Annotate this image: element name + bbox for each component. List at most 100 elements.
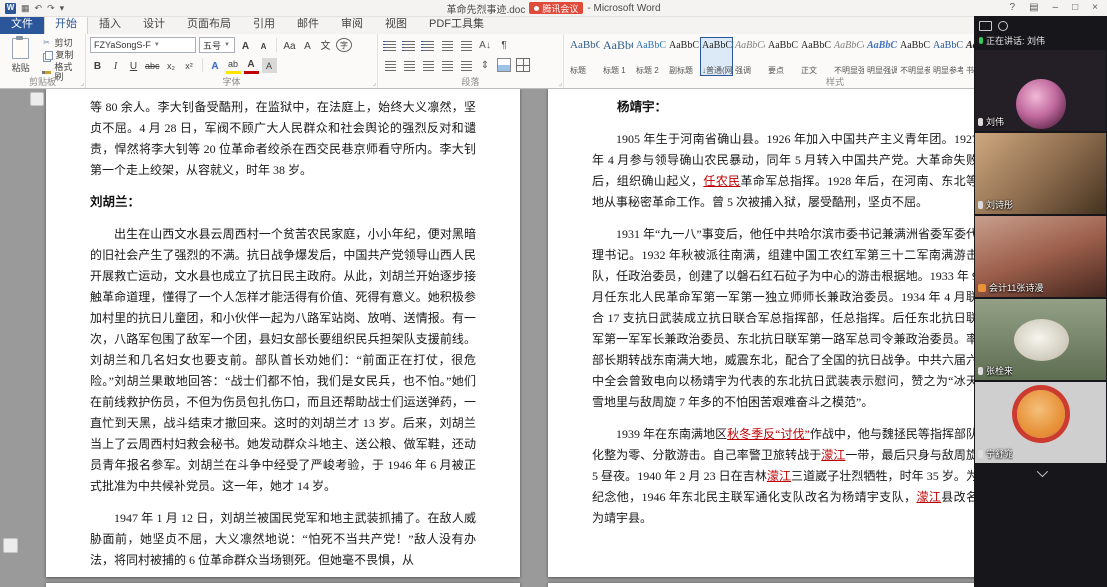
document-page-2[interactable]: 杨靖宇： 1905 年生于河南省确山县。1926 年加入中国共产主义青年团。19…	[548, 88, 1022, 577]
style-preview: AaBbC	[669, 40, 699, 51]
participant-video[interactable]: 宁舒窕	[975, 382, 1106, 463]
grow-font-button[interactable]: A	[238, 38, 253, 53]
style-preview: AaBbCcD	[702, 40, 732, 51]
enclose-characters-button[interactable]: 字	[336, 38, 352, 52]
style-gallery-item[interactable]: AaBbCcDd 强调	[733, 37, 766, 76]
meeting-header-icons	[979, 20, 1102, 31]
separator	[201, 58, 203, 72]
save-icon[interactable]: ▦	[21, 2, 30, 14]
font-name-select[interactable]: FZYaSongS-F ▼	[90, 37, 196, 53]
sort-button[interactable]: A↓	[477, 38, 493, 53]
style-gallery-item[interactable]: AaBbCcD 明显强调	[865, 37, 898, 76]
style-preview: AaBbC	[570, 39, 601, 51]
screen-share-icon[interactable]	[979, 20, 992, 31]
participant-video[interactable]: 会计11张诗漫	[975, 216, 1106, 297]
style-gallery-item[interactable]: AaBbC 标题 1	[601, 37, 634, 76]
collapse-panel-button[interactable]	[974, 465, 1107, 481]
participant-video[interactable]: 刘诗彤	[975, 133, 1106, 214]
show-marks-button[interactable]: ¶	[496, 38, 512, 53]
customize-qat-icon[interactable]: ▾	[60, 2, 65, 14]
paragraph[interactable]: 1939 年在东南满地区秋冬季反“讨伐”作战中，他与魏拯民等指挥部队化整为零、分…	[592, 424, 978, 529]
phonetic-guide-button[interactable]: 文	[318, 38, 333, 53]
meeting-share-badge[interactable]: 腾讯会议	[529, 2, 584, 14]
subscript-button[interactable]: x₂	[164, 58, 179, 73]
clear-formatting-button[interactable]: A	[300, 38, 315, 53]
style-gallery-item[interactable]: AaBbC 标题 2	[634, 37, 667, 76]
style-gallery-item[interactable]: AaBbC 副标题	[667, 37, 700, 76]
style-label: 不明显强调	[834, 66, 864, 75]
font-dialog-launcher[interactable]: ⌟	[373, 80, 376, 87]
font-group-label: 字体	[222, 77, 241, 87]
cut-label: 剪切	[54, 38, 73, 48]
style-preview: AaBbCcD	[900, 40, 930, 51]
align-center-button[interactable]	[401, 58, 417, 73]
style-gallery-item[interactable]: AaBbCcC 明显参考	[931, 37, 964, 76]
character-shading-button[interactable]: A	[261, 57, 277, 73]
close-icon[interactable]: ×	[1085, 0, 1105, 16]
help-icon[interactable]: ?	[1003, 0, 1023, 16]
floating-widget-icon[interactable]	[3, 538, 18, 553]
text-effects-button[interactable]: A	[208, 58, 223, 73]
participant-name: 宁舒窕	[986, 449, 1014, 459]
style-gallery-item[interactable]: AaBbCcDd 正文	[799, 37, 832, 76]
paragraph-dialog-launcher[interactable]: ⌟	[559, 80, 562, 87]
borders-button[interactable]	[515, 58, 531, 73]
floating-widget-icon[interactable]	[30, 92, 44, 106]
maximize-icon[interactable]: □	[1065, 0, 1085, 16]
underline-button[interactable]: U	[126, 58, 141, 73]
scissors-icon: ✂	[43, 38, 50, 47]
participant-video[interactable]: 刘伟	[975, 50, 1106, 131]
paragraph[interactable]: 1947 年 1 月 12 日，刘胡兰被国民党军和地主武装抓捕了。在敌人威胁面前…	[90, 508, 476, 571]
doc-heading-liuhulan[interactable]: 刘胡兰：	[90, 192, 476, 213]
participant-video[interactable]: 张栓来	[975, 299, 1106, 380]
ribbon-tab-bar: 文件 开始 插入 设计 页面布局 引用 邮件 审阅 视图 PDF工具集	[0, 13, 1107, 34]
style-label: 正文	[801, 66, 817, 75]
style-gallery-item[interactable]: AaBbCcD ↓普通(网...	[700, 37, 733, 76]
shading-button[interactable]	[496, 58, 512, 73]
font-size-value: 五号	[203, 40, 222, 51]
doc-heading-yangjingyu[interactable]: 杨靖宇：	[592, 97, 978, 118]
redo-icon[interactable]: ↷	[47, 2, 55, 14]
style-gallery-item[interactable]: AaBbC 标题	[568, 37, 601, 76]
style-gallery-item[interactable]: AaBbCcD 要点	[766, 37, 799, 76]
align-right-button[interactable]	[420, 58, 436, 73]
copy-button[interactable]: 复制	[42, 50, 81, 60]
paragraph[interactable]: 1931 年“九一八”事变后，他任中共哈尔滨市委书记兼满洲省委军委代理书记。19…	[592, 224, 978, 413]
app-name-suffix: - Microsoft Word	[587, 2, 661, 14]
paragraph[interactable]: 出生在山西文水县云周西村一个贫苦农民家庭，小小年纪，便对黑暗的旧社会产生了强烈的…	[90, 224, 476, 497]
decrease-indent-button[interactable]	[439, 38, 455, 53]
copy-icon	[44, 50, 53, 60]
paragraph[interactable]: 1905 年生于河南省确山县。1926 年加入中国共产主义青年团。1927 年 …	[592, 129, 978, 213]
bold-button[interactable]: B	[90, 58, 105, 73]
paragraph[interactable]: 等 80 余人。李大钊备受酷刑，在监狱中，在法庭上，始终大义凛然，坚贞不屈。4 …	[90, 97, 476, 181]
justify-button[interactable]	[439, 58, 455, 73]
superscript-button[interactable]: x²	[182, 58, 197, 73]
minimize-icon[interactable]: –	[1046, 0, 1066, 16]
line-spacing-button[interactable]: ⇕	[477, 58, 493, 73]
bullets-button[interactable]	[382, 38, 398, 53]
style-gallery-item[interactable]: AaBbCcD 不明显强调	[832, 37, 865, 76]
font-color-button[interactable]: A	[243, 56, 259, 74]
change-case-button[interactable]: Aa	[282, 38, 297, 53]
multilevel-list-button[interactable]	[420, 38, 436, 53]
ribbon-options-icon[interactable]: ▤	[1022, 0, 1045, 16]
highlight-color-button[interactable]: ab	[225, 56, 241, 74]
align-left-button[interactable]	[382, 58, 398, 73]
style-gallery-item[interactable]: AaBbCcD 不明显参考	[898, 37, 931, 76]
cut-button[interactable]: ✂ 剪切	[42, 38, 81, 48]
document-page-1[interactable]: 等 80 余人。李大钊备受酷刑，在监狱中，在法庭上，始终大义凛然，坚贞不屈。4 …	[46, 88, 520, 577]
strikethrough-button[interactable]: abc	[144, 58, 161, 73]
undo-icon[interactable]: ↶	[35, 2, 43, 14]
distribute-button[interactable]	[458, 58, 474, 73]
speaking-indicator: 正在讲话: 刘伟	[979, 34, 1102, 47]
paste-button[interactable]: 粘贴	[4, 36, 38, 76]
numbering-button[interactable]	[401, 38, 417, 53]
increase-indent-button[interactable]	[458, 38, 474, 53]
font-size-select[interactable]: 五号 ▼	[199, 37, 235, 53]
participant-list: 刘伟 刘诗彤 会计11张诗漫 张栓来 宁舒窕	[974, 50, 1107, 465]
italic-button[interactable]: I	[108, 58, 123, 73]
shrink-font-button[interactable]: A	[256, 38, 271, 53]
camera-icon[interactable]	[998, 20, 1008, 31]
clipboard-dialog-launcher[interactable]: ⌟	[81, 80, 84, 87]
style-preview: AaBbCcDd	[735, 40, 765, 51]
